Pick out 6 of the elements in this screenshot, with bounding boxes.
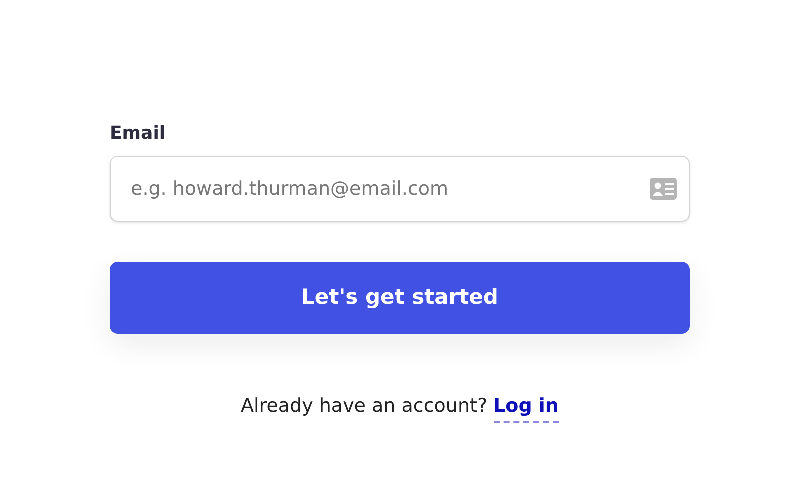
contact-card-icon xyxy=(650,178,677,200)
login-prompt: Already have an account? xyxy=(241,394,488,419)
login-link[interactable]: Log in xyxy=(494,392,559,422)
email-label: Email xyxy=(110,122,166,146)
email-field[interactable]: e.g. howard.thurman@email.com xyxy=(110,156,690,222)
get-started-button[interactable]: Let's get started xyxy=(110,262,690,334)
